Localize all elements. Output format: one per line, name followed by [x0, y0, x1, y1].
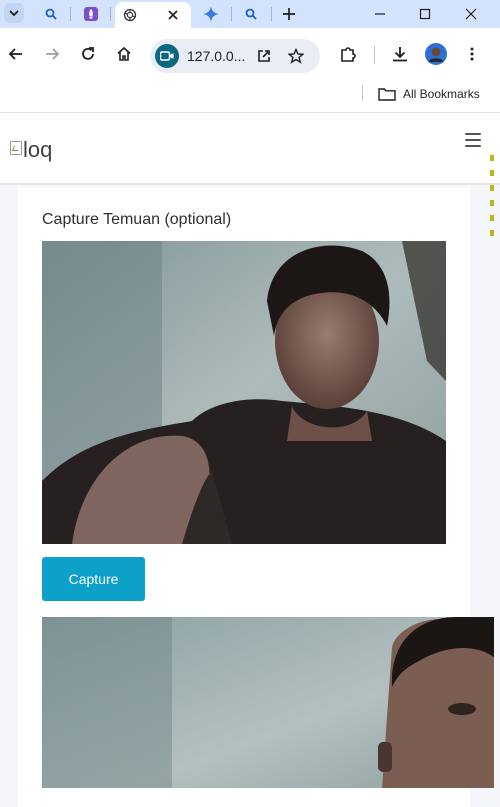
reload-icon — [82, 47, 94, 60]
close-icon[interactable] — [168, 10, 178, 20]
hamburger-line — [465, 133, 481, 135]
chevron-down-icon — [9, 10, 19, 17]
bookmarks-separator — [362, 85, 363, 101]
search-icon — [45, 8, 57, 20]
tab-separator — [271, 7, 272, 21]
logo-alt-text: loq — [23, 137, 53, 162]
site-logo[interactable]: loq — [10, 137, 52, 163]
all-bookmarks-label: All Bookmarks — [403, 87, 480, 101]
address-bar[interactable]: 127.0.0... — [150, 39, 320, 73]
webcam-preview — [42, 241, 446, 544]
capture-label: Capture Temuan (optional) — [42, 211, 232, 228]
more-vertical-icon — [470, 47, 474, 61]
hamburger-line — [465, 145, 481, 147]
openai-icon — [123, 8, 137, 22]
browser-tab[interactable] — [238, 2, 264, 26]
downloads-button[interactable] — [388, 42, 412, 66]
open-in-new-icon[interactable] — [256, 48, 272, 64]
sparkle-icon — [203, 6, 219, 22]
bookmarks-bar: All Bookmarks — [0, 82, 500, 113]
tab-separator — [70, 7, 71, 21]
forward-button[interactable] — [40, 42, 64, 66]
profile-avatar[interactable] — [424, 42, 448, 66]
puzzle-icon — [341, 47, 356, 62]
download-icon — [393, 47, 407, 62]
home-button[interactable] — [112, 42, 136, 66]
tab-search-button[interactable] — [4, 3, 24, 23]
tab-separator — [231, 7, 232, 21]
browser-menu-button[interactable] — [460, 42, 484, 66]
hamburger-line — [465, 139, 481, 141]
site-info-chip[interactable] — [155, 44, 179, 68]
home-icon — [117, 46, 131, 61]
arrow-left-icon — [8, 48, 22, 60]
tab-separator — [110, 7, 111, 21]
maximize-icon — [419, 8, 431, 20]
browser-tab-strip — [0, 0, 500, 28]
captured-image — [42, 617, 494, 788]
plus-icon — [283, 8, 295, 20]
extensions-button[interactable] — [336, 42, 360, 66]
minimize-button[interactable] — [366, 4, 394, 24]
video-camera-icon — [160, 51, 174, 61]
all-bookmarks-button[interactable]: All Bookmarks — [378, 84, 480, 104]
browser-tab-active[interactable] — [115, 2, 191, 28]
menu-toggle-button[interactable] — [465, 133, 481, 147]
background-window-edge — [488, 150, 500, 260]
back-button[interactable] — [4, 42, 28, 66]
close-icon — [465, 8, 477, 20]
window-close-button[interactable] — [457, 4, 485, 24]
toolbar-separator — [374, 46, 375, 64]
folder-icon — [378, 88, 396, 101]
browser-tab[interactable] — [38, 2, 64, 26]
broken-image-icon — [10, 141, 22, 155]
browser-tab[interactable] — [198, 2, 224, 26]
avatar-icon — [425, 43, 447, 65]
rocket-icon — [84, 7, 98, 21]
reload-button[interactable] — [76, 42, 100, 66]
capture-button[interactable]: Capture — [42, 557, 145, 601]
star-icon[interactable] — [288, 48, 304, 64]
search-icon — [245, 8, 257, 20]
webcam-frame — [42, 241, 446, 544]
url-text: 127.0.0... — [187, 48, 246, 64]
browser-tab[interactable] — [78, 2, 104, 26]
captured-frame — [42, 617, 494, 788]
minimize-icon — [375, 13, 385, 15]
new-tab-button[interactable] — [277, 2, 301, 26]
arrow-right-icon — [46, 48, 60, 60]
site-header: loq — [0, 113, 500, 185]
maximize-button[interactable] — [411, 4, 439, 24]
